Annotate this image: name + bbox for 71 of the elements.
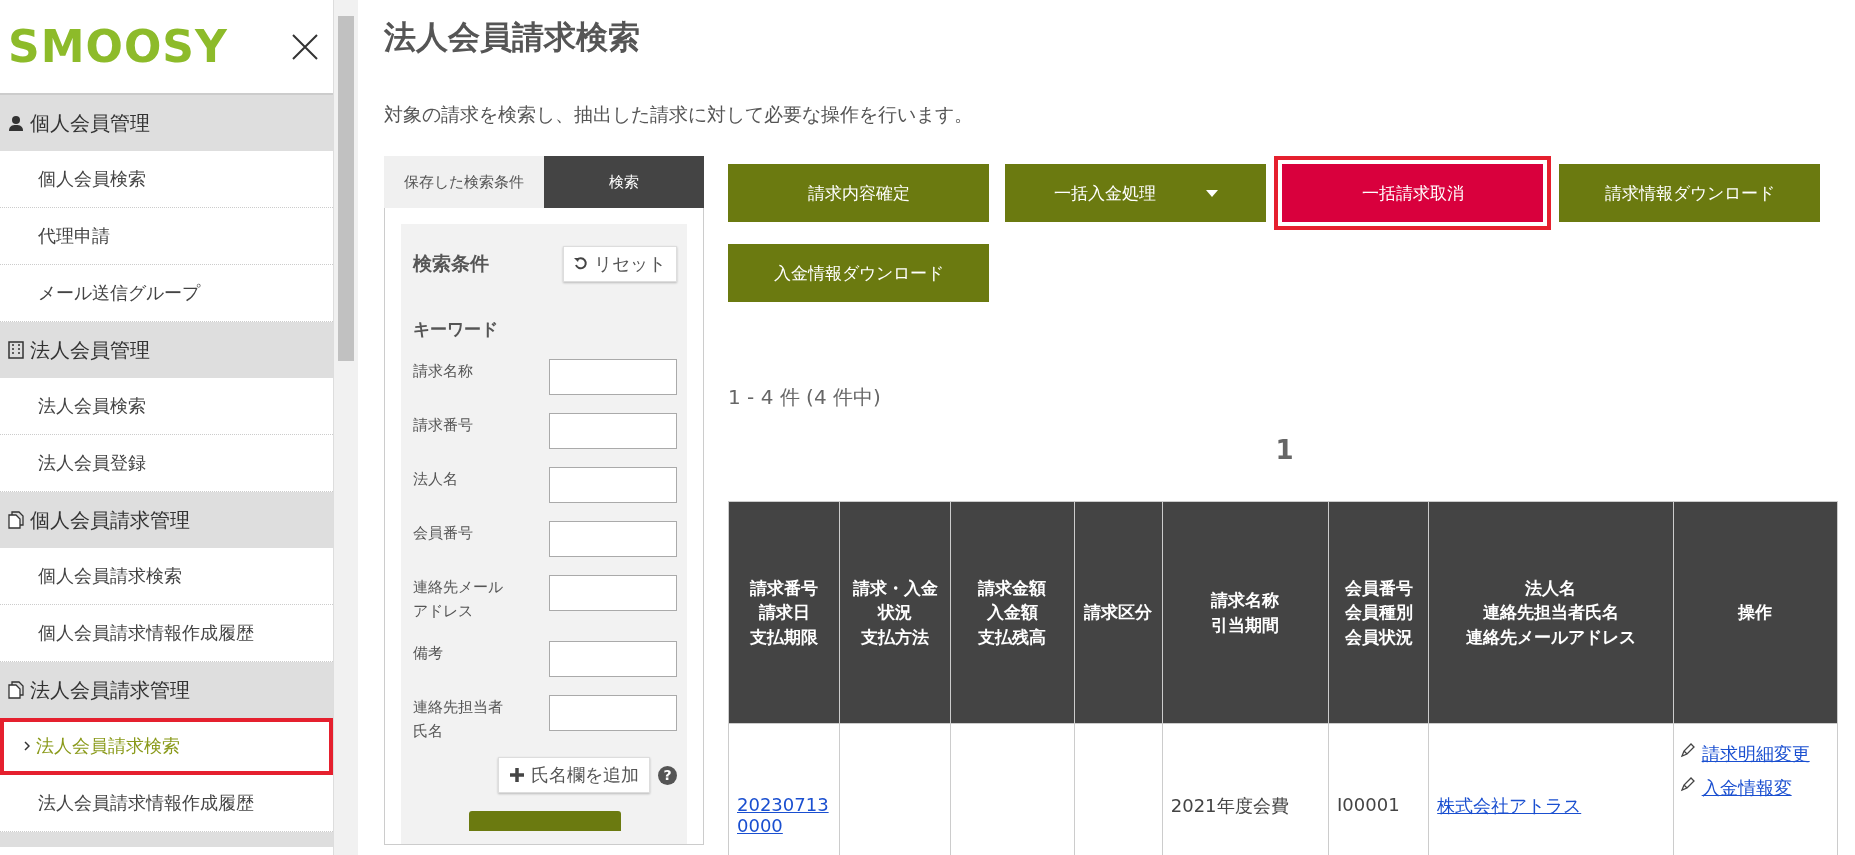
table-cell: I00001	[1337, 794, 1400, 815]
field-label: 法人名	[413, 469, 459, 490]
page-title: 法人会員請求検索	[384, 17, 641, 58]
sidebar-section-header[interactable]: 法人会員請求管理	[0, 662, 333, 718]
field-label: 請求番号	[413, 415, 474, 436]
header-text: 連絡先担当者氏名	[1481, 601, 1620, 625]
header-text: 請求金額	[977, 576, 1048, 600]
sidebar-section-header[interactable]: 法人会員管理	[0, 322, 333, 378]
header-text: 請求・入金状況	[851, 576, 939, 625]
sidebar-item[interactable]: 個人会員検索	[0, 151, 333, 208]
document-icon	[8, 681, 24, 699]
input-field[interactable]	[549, 359, 677, 395]
header-text: 会員種別	[1343, 601, 1414, 625]
operation-link[interactable]: 請求明細変更	[1701, 742, 1810, 766]
field-label: 連絡先担当者氏名	[413, 697, 503, 742]
input-field[interactable]	[549, 413, 677, 449]
header-text: 法人名	[1524, 576, 1578, 600]
field-label: 連絡先メールアドレス	[413, 577, 503, 622]
header-text: 会員状況	[1343, 625, 1414, 649]
document-icon	[8, 511, 24, 529]
field-label: 備考	[413, 643, 444, 664]
logo: SMOOSY	[8, 21, 228, 72]
header-text: 入金額	[986, 601, 1039, 625]
tab[interactable]: 検索	[544, 156, 704, 208]
pencil-icon	[1679, 742, 1696, 758]
sidebar-item[interactable]: 法人会員検索	[0, 378, 333, 435]
sidebar-section-header[interactable]: 個人会員管理	[0, 95, 333, 151]
result-count: 1 - 4 件 (4 件中)	[728, 384, 882, 411]
caret-icon	[1205, 189, 1218, 197]
sidebar-section-header[interactable]: 個人会員請求管理	[0, 492, 333, 548]
scrollbar[interactable]	[334, 0, 358, 855]
plus-icon	[509, 767, 525, 783]
header-text: 請求名称	[1210, 588, 1281, 612]
person-icon	[8, 115, 24, 131]
input-field[interactable]	[549, 695, 677, 731]
page-number[interactable]: 1	[1275, 435, 1294, 465]
undo-icon	[574, 257, 588, 271]
header-text: 支払残高	[977, 625, 1048, 649]
table-link[interactable]: 株式会社アトラス	[1437, 794, 1665, 818]
action-button[interactable]: 一括請求取消	[1274, 156, 1551, 230]
section-heading: キーワード	[413, 318, 499, 341]
header-text: 支払方法	[860, 625, 931, 649]
field-label: 請求名称	[413, 361, 474, 382]
close-icon[interactable]	[291, 32, 319, 61]
header-text: 請求番号	[749, 576, 820, 600]
scrollbar-thumb[interactable]	[338, 16, 354, 361]
header-text: 引当期間	[1210, 613, 1281, 637]
pencil-icon	[1679, 776, 1696, 792]
input-field[interactable]	[549, 575, 677, 611]
operation-link[interactable]: 入金情報変	[1701, 776, 1792, 800]
tab[interactable]: 保存した検索条件	[384, 156, 544, 208]
input-field[interactable]	[549, 641, 677, 677]
sidebar-item[interactable]: 代理申請	[0, 208, 333, 265]
help-icon[interactable]: ?	[658, 765, 677, 785]
page-description: 対象の請求を検索し、抽出した請求に対して必要な操作を行います。	[384, 102, 974, 127]
chevron-icon	[24, 741, 30, 751]
sidebar-item[interactable]: 個人会員請求検索	[0, 548, 333, 605]
input-field[interactable]	[549, 467, 677, 503]
header-text: 支払期限	[749, 625, 820, 649]
reset-button[interactable]: リセット	[563, 246, 677, 282]
form-heading: 検索条件	[413, 251, 489, 276]
header-text: 請求区分	[1083, 601, 1154, 625]
table-cell: 2021年度会費	[1170, 795, 1289, 816]
field-label: 会員番号	[413, 523, 474, 544]
building-icon	[8, 341, 24, 359]
header-text: 操作	[1736, 601, 1774, 625]
input-field[interactable]	[549, 521, 677, 557]
header-text: 請求日	[757, 601, 811, 625]
header-text: 会員番号	[1343, 576, 1414, 600]
add-name-field-button[interactable]: 氏名欄を追加	[498, 757, 650, 793]
header-text: 連絡先メールアドレス	[1464, 625, 1637, 649]
